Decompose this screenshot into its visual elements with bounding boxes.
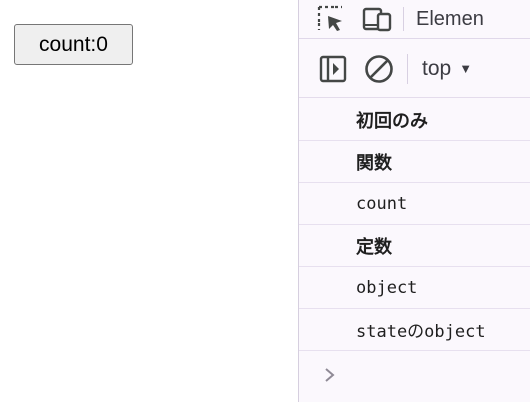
devtools-panel: Elemen top ▼ 初回のみ 関数 count 定数 object sta…: [298, 0, 530, 402]
console-message: 初回のみ: [299, 99, 530, 141]
device-toolbar-icon[interactable]: [359, 1, 395, 37]
tab-elements[interactable]: Elemen: [416, 8, 484, 31]
chevron-right-icon: [325, 368, 335, 382]
console-message: 定数: [299, 225, 530, 267]
console-message: 関数: [299, 141, 530, 183]
devtools-tabbar: Elemen: [299, 0, 530, 39]
chevron-down-icon: ▼: [459, 61, 473, 76]
context-selector[interactable]: top ▼: [422, 57, 472, 81]
console-messages: 初回のみ 関数 count 定数 object stateのobject: [299, 99, 530, 399]
context-label: top: [422, 56, 452, 80]
console-message: object: [299, 267, 530, 309]
count-button[interactable]: count:0: [14, 24, 133, 65]
console-message: count: [299, 183, 530, 225]
console-prompt[interactable]: [299, 351, 530, 399]
toolbar-divider: [407, 53, 408, 84]
clear-console-icon[interactable]: [357, 47, 401, 91]
show-console-sidebar-icon[interactable]: [311, 47, 355, 91]
tabbar-divider: [403, 7, 404, 31]
inspect-element-icon[interactable]: [313, 1, 349, 37]
console-toolbar: top ▼: [299, 40, 530, 98]
page-viewport: count:0: [0, 0, 298, 402]
console-message: stateのobject: [299, 309, 530, 351]
